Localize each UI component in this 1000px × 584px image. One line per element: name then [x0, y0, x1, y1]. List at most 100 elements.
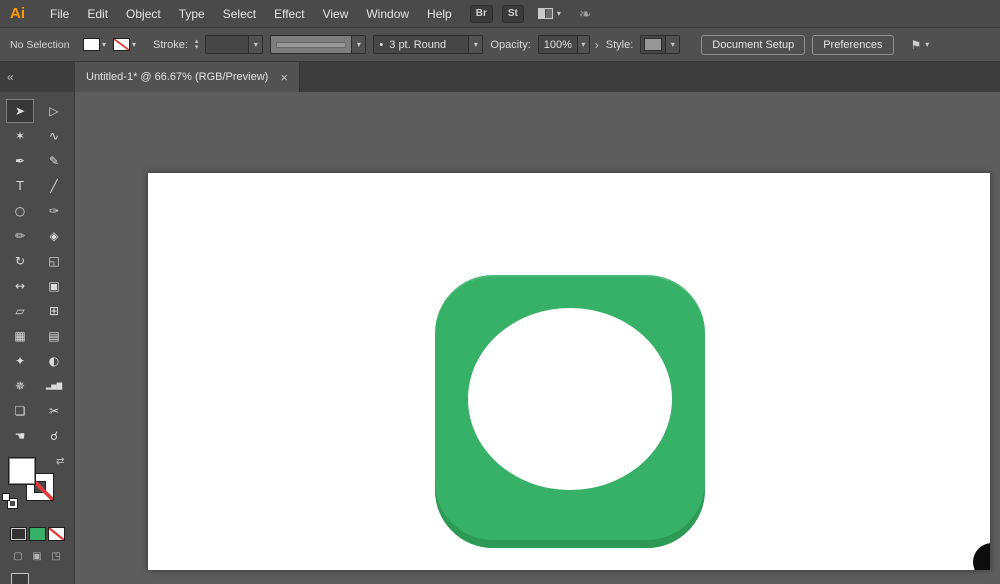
brush-definition-text: 3 pt. Round: [389, 38, 447, 51]
selection-status: No Selection: [10, 38, 70, 51]
free-transform-tool[interactable]: ▣: [41, 275, 67, 297]
canvas-area[interactable]: [75, 92, 1000, 584]
stepper-down-icon[interactable]: ▾: [195, 44, 199, 51]
touch-workspace-icon[interactable]: ❧: [579, 5, 592, 23]
control-bar: No Selection ▾ ▾ Stroke: ▴ ▾ ▾ ▾ • 3 pt.…: [0, 28, 1000, 62]
perspective-grid-tool[interactable]: ⊞: [41, 300, 67, 322]
menu-view[interactable]: View: [314, 7, 358, 21]
style-label: Style:: [605, 38, 634, 51]
opacity-panel-arrow-icon[interactable]: ›: [595, 38, 599, 52]
tools-grid: ➤ ▷ ✶ ∿ ✒ ✎ T ╱ ○ ✑ ✏ ◈ ↻ ◱ ↔ ▣ ▱ ⊞ ▦ ▤ ✦ ◐ ✵ ▂▅▇ ❏ ✂ ☚ ☌: [0, 92, 74, 447]
close-tab-icon[interactable]: ×: [280, 71, 288, 84]
opacity-label: Opacity:: [490, 38, 531, 51]
chevron-down-icon: ▾: [351, 36, 366, 53]
line-segment-tool[interactable]: ╱: [41, 175, 67, 197]
black-partial-shape[interactable]: [973, 543, 990, 570]
direct-selection-tool[interactable]: ▷: [41, 100, 67, 122]
menu-file[interactable]: File: [41, 7, 78, 21]
draw-normal-mode[interactable]: ▢: [11, 549, 26, 563]
select-similar-button[interactable]: ⚑ ▾: [911, 38, 930, 52]
menu-type[interactable]: Type: [170, 7, 214, 21]
illustrator-logo: Ai: [10, 5, 25, 22]
stroke-label: Stroke:: [153, 38, 188, 51]
document-tab[interactable]: Untitled-1* @ 66.67% (RGB/Preview) ×: [75, 62, 300, 92]
draw-behind-mode[interactable]: ▣: [30, 549, 45, 563]
gradient-tool[interactable]: ▤: [41, 325, 67, 347]
arrange-documents-icon: [537, 8, 553, 19]
paintbrush-tool[interactable]: ✑: [41, 200, 67, 222]
tab-title: Untitled-1* @ 66.67% (RGB/Preview): [86, 71, 269, 83]
fill-swatch[interactable]: [83, 38, 100, 51]
screen-mode-button[interactable]: [0, 572, 74, 584]
fill-color-control[interactable]: ▾: [83, 38, 106, 51]
blend-tool[interactable]: ◐: [41, 350, 67, 372]
brush-definition-value: • 3 pt. Round: [374, 39, 468, 51]
style-swatch: [644, 38, 663, 51]
eraser-tool[interactable]: ◈: [41, 225, 67, 247]
none-button[interactable]: [47, 527, 65, 541]
document-setup-button[interactable]: Document Setup: [701, 34, 806, 55]
menu-object[interactable]: Object: [117, 7, 170, 21]
style-select[interactable]: ▾: [640, 35, 681, 54]
swap-fill-stroke-icon[interactable]: ⇄: [56, 456, 64, 467]
rotate-tool[interactable]: ↻: [7, 250, 33, 272]
draw-inside-mode[interactable]: ◳: [49, 549, 64, 563]
green-rounded-square-shape[interactable]: [435, 275, 705, 548]
menu-select[interactable]: Select: [214, 7, 265, 21]
shape-builder-tool[interactable]: ▱: [7, 300, 33, 322]
scale-tool[interactable]: ◱: [41, 250, 67, 272]
white-ellipse-shape[interactable]: [468, 308, 672, 490]
curvature-tool[interactable]: ✎: [41, 150, 67, 172]
ellipse-tool[interactable]: ○: [7, 200, 33, 222]
width-tool[interactable]: ↔: [7, 275, 33, 297]
eyedropper-tool[interactable]: ✦: [7, 350, 33, 372]
chevron-down-icon: ▾: [102, 39, 107, 49]
menu-items: File Edit Object Type Select Effect View Window…: [41, 7, 461, 21]
collapse-panels-button[interactable]: «: [0, 62, 75, 92]
illustrator-window: Ai File Edit Object Type Select Effect View Win…: [0, 0, 1000, 584]
default-fill-stroke-icon[interactable]: [2, 493, 18, 509]
stroke-weight-select[interactable]: ▾: [205, 35, 264, 54]
stroke-swatch[interactable]: [113, 38, 131, 51]
opacity-select[interactable]: 100% ▾: [537, 35, 590, 54]
brush-bullet-icon: •: [379, 38, 384, 51]
gradient-button[interactable]: [28, 527, 46, 541]
arrange-documents-button[interactable]: ▾: [537, 8, 561, 19]
artboard-tool[interactable]: ❏: [7, 400, 33, 422]
mesh-tool[interactable]: ▦: [7, 325, 33, 347]
menu-window[interactable]: Window: [357, 7, 418, 21]
lasso-tool[interactable]: ∿: [41, 125, 67, 147]
stock-button[interactable]: St: [501, 4, 524, 23]
pen-tool[interactable]: ✒: [7, 150, 33, 172]
select-similar-icon: ⚑: [910, 37, 922, 52]
chevron-down-icon: ▾: [132, 39, 137, 49]
pencil-tool[interactable]: ✏: [7, 225, 33, 247]
menu-edit[interactable]: Edit: [78, 7, 117, 21]
width-profile-select[interactable]: ▾: [270, 35, 367, 54]
type-tool[interactable]: T: [7, 175, 33, 197]
color-button[interactable]: [9, 527, 27, 541]
apply-color-row: [0, 527, 74, 541]
chevron-down-icon: ▾: [248, 36, 263, 53]
draw-mode-row: ▢ ▣ ◳: [0, 549, 74, 563]
fill-indicator[interactable]: [8, 457, 36, 485]
brush-definition-select[interactable]: • 3 pt. Round ▾: [373, 35, 484, 54]
magic-wand-tool[interactable]: ✶: [7, 125, 33, 147]
bridge-button[interactable]: Br: [469, 4, 493, 23]
symbol-sprayer-tool[interactable]: ✵: [7, 375, 33, 397]
slice-tool[interactable]: ✂: [41, 400, 67, 422]
stroke-color-control[interactable]: ▾: [113, 38, 136, 51]
column-graph-tool[interactable]: ▂▅▇: [41, 375, 67, 397]
zoom-tool[interactable]: ☌: [41, 425, 67, 447]
opacity-value: 100%: [543, 38, 572, 51]
preferences-button[interactable]: Preferences: [812, 34, 894, 55]
selection-tool[interactable]: ➤: [7, 100, 33, 122]
chevron-down-icon: ▾: [576, 36, 589, 53]
menu-effect[interactable]: Effect: [265, 7, 313, 21]
stroke-weight-stepper[interactable]: ▴ ▾: [195, 38, 199, 51]
hand-tool[interactable]: ☚: [7, 425, 33, 447]
artboard[interactable]: [148, 173, 990, 570]
menu-bar: Ai File Edit Object Type Select Effect View Win…: [0, 0, 1000, 28]
tools-panel: ➤ ▷ ✶ ∿ ✒ ✎ T ╱ ○ ✑ ✏ ◈ ↻ ◱ ↔ ▣ ▱ ⊞ ▦ ▤ ✦ ◐ ✵ ▂▅▇ ❏ ✂ ☚ ☌ ⇄ ▢ ▣ ◳: [0, 92, 75, 584]
menu-help[interactable]: Help: [418, 7, 461, 21]
